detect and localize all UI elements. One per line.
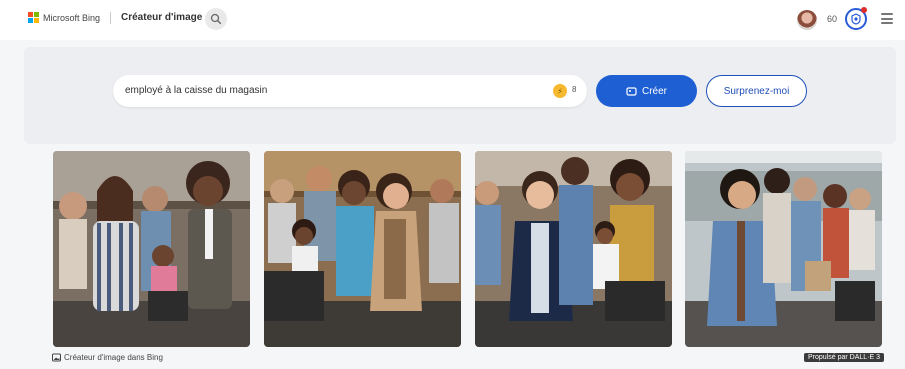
create-button[interactable]: Créer xyxy=(596,75,697,107)
generated-image-1[interactable] xyxy=(53,151,250,347)
image-scene-4 xyxy=(685,151,882,347)
rewards-count: 60 xyxy=(827,14,838,24)
image-creator-icon xyxy=(52,353,61,362)
microsoft-logo-icon xyxy=(28,12,39,23)
create-label: Créer xyxy=(641,85,667,97)
surprise-label: Surprenez-moi xyxy=(723,85,790,97)
reward-icon xyxy=(851,13,861,25)
brand-label: Microsoft Bing xyxy=(43,12,101,23)
dalle-badge: Propulsé par DALL·E 3 xyxy=(804,353,884,362)
generated-image-2[interactable] xyxy=(264,151,461,347)
prompt-input[interactable]: employé à la caisse du magasin ⚡ 8 xyxy=(113,75,587,107)
notification-dot xyxy=(861,7,867,13)
image-scene-1 xyxy=(53,151,250,347)
prompt-text[interactable]: employé à la caisse du magasin xyxy=(125,85,267,96)
header-divider xyxy=(110,12,111,24)
avatar[interactable] xyxy=(797,10,817,30)
search-button[interactable] xyxy=(205,8,227,30)
attribution[interactable]: Créateur d'image dans Bing xyxy=(52,353,163,362)
search-icon xyxy=(210,13,222,25)
bing-brand[interactable]: Microsoft Bing xyxy=(28,12,100,23)
surprise-me-button[interactable]: Surprenez-moi xyxy=(706,75,807,107)
page-title[interactable]: Créateur d'image xyxy=(121,12,202,23)
image-create-icon xyxy=(626,86,637,96)
top-bar: Microsoft Bing Créateur d'image 60 xyxy=(0,0,905,40)
generated-image-3[interactable] xyxy=(475,151,672,347)
image-scene-3 xyxy=(475,151,672,347)
attribution-label: Créateur d'image dans Bing xyxy=(64,353,163,362)
generated-image-4[interactable] xyxy=(685,151,882,347)
menu-icon[interactable] xyxy=(881,13,893,24)
boost-icon[interactable]: ⚡ xyxy=(553,84,567,98)
image-scene-2 xyxy=(264,151,461,347)
boost-count: 8 xyxy=(572,85,577,94)
